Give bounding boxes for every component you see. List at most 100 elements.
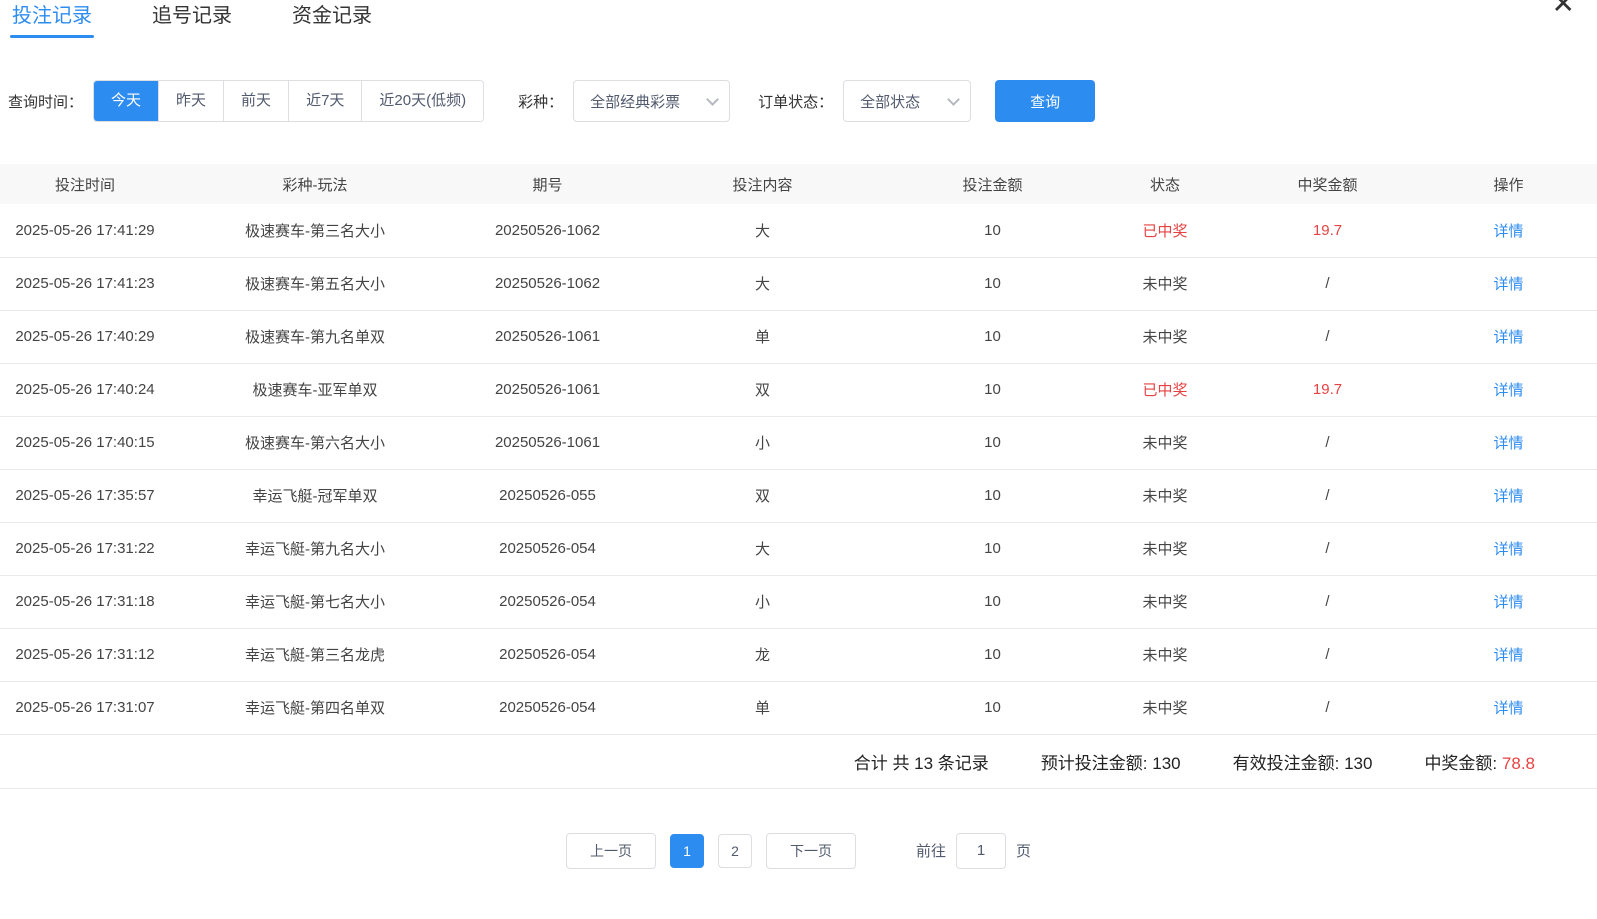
detail-link[interactable]: 详情 — [1493, 647, 1523, 664]
order-status-label: 订单状态： — [758, 91, 833, 112]
time-option-today[interactable]: 今天 — [94, 81, 158, 121]
table-row: 2025-05-26 17:40:15极速赛车-第六名大小20250526-10… — [0, 416, 1597, 469]
bet-content: 单 — [635, 310, 890, 363]
chevron-down-icon — [947, 93, 960, 106]
column-header-bet-amount: 投注金额 — [890, 164, 1095, 204]
prize-amount: / — [1235, 416, 1420, 469]
bet-content: 大 — [635, 522, 890, 575]
prize-total: 中奖金额: 78.8 — [1424, 749, 1535, 774]
column-header-bet-time: 投注时间 — [0, 164, 170, 204]
issue-number: 20250526-1061 — [460, 310, 635, 363]
action-cell: 详情 — [1420, 628, 1597, 681]
bet-content: 双 — [635, 363, 890, 416]
issue-number: 20250526-1061 — [460, 416, 635, 469]
time-filter-group: 今天 昨天 前天 近7天 近20天(低频) — [93, 80, 484, 122]
prize-amount: / — [1235, 469, 1420, 522]
game-play: 幸运飞艇-第三名龙虎 — [170, 628, 460, 681]
table-row: 2025-05-26 17:31:12幸运飞艇-第三名龙虎20250526-05… — [0, 628, 1597, 681]
bet-time: 2025-05-26 17:31:18 — [0, 575, 170, 628]
bet-time: 2025-05-26 17:35:57 — [0, 469, 170, 522]
detail-link[interactable]: 详情 — [1493, 594, 1523, 611]
prize-amount: 19.7 — [1235, 204, 1420, 257]
bet-time: 2025-05-26 17:40:24 — [0, 363, 170, 416]
detail-link[interactable]: 详情 — [1493, 382, 1523, 399]
table-row: 2025-05-26 17:31:22幸运飞艇-第九名大小20250526-05… — [0, 522, 1597, 575]
issue-number: 20250526-054 — [460, 681, 635, 734]
detail-link[interactable]: 详情 — [1493, 488, 1523, 505]
column-header-bet-content: 投注内容 — [635, 164, 890, 204]
bet-amount: 10 — [890, 628, 1095, 681]
close-icon[interactable]: ✕ — [1552, 0, 1575, 18]
time-option-day-before[interactable]: 前天 — [223, 81, 288, 121]
bet-content: 大 — [635, 204, 890, 257]
bet-time: 2025-05-26 17:41:23 — [0, 257, 170, 310]
action-cell: 详情 — [1420, 522, 1597, 575]
detail-link[interactable]: 详情 — [1493, 541, 1523, 558]
filter-bar: 查询时间： 今天 昨天 前天 近7天 近20天(低频) 彩种： 全部经典彩票 订… — [8, 80, 1597, 122]
column-header-prize-amount: 中奖金额 — [1235, 164, 1420, 204]
time-option-20days[interactable]: 近20天(低频) — [361, 81, 483, 121]
bet-status: 已中奖 — [1095, 363, 1235, 416]
bet-time: 2025-05-26 17:40:29 — [0, 310, 170, 363]
bet-status: 未中奖 — [1095, 310, 1235, 363]
issue-number: 20250526-054 — [460, 522, 635, 575]
issue-number: 20250526-1062 — [460, 204, 635, 257]
bet-content: 龙 — [635, 628, 890, 681]
time-option-7days[interactable]: 近7天 — [288, 81, 361, 121]
bet-status: 未中奖 — [1095, 522, 1235, 575]
lottery-type-label: 彩种： — [518, 91, 563, 112]
goto-page-input[interactable] — [956, 833, 1006, 869]
issue-number: 20250526-1062 — [460, 257, 635, 310]
bet-time: 2025-05-26 17:31:12 — [0, 628, 170, 681]
bet-content: 单 — [635, 681, 890, 734]
tab-fund-records[interactable]: 资金记录 — [290, 0, 374, 40]
goto-suffix: 页 — [1016, 840, 1031, 861]
table-row: 2025-05-26 17:40:24极速赛车-亚军单双20250526-106… — [0, 363, 1597, 416]
action-cell: 详情 — [1420, 363, 1597, 416]
detail-link[interactable]: 详情 — [1493, 329, 1523, 346]
bet-status: 未中奖 — [1095, 681, 1235, 734]
bet-content: 双 — [635, 469, 890, 522]
detail-link[interactable]: 详情 — [1493, 276, 1523, 293]
issue-number: 20250526-055 — [460, 469, 635, 522]
action-cell: 详情 — [1420, 310, 1597, 363]
prize-amount: / — [1235, 575, 1420, 628]
page-button-1[interactable]: 1 — [670, 834, 704, 868]
bet-status: 未中奖 — [1095, 575, 1235, 628]
bet-content: 小 — [635, 575, 890, 628]
bet-status: 未中奖 — [1095, 469, 1235, 522]
action-cell: 详情 — [1420, 416, 1597, 469]
bet-amount: 10 — [890, 310, 1095, 363]
issue-number: 20250526-054 — [460, 628, 635, 681]
bet-status: 未中奖 — [1095, 416, 1235, 469]
prize-total-label: 中奖金额: — [1424, 754, 1497, 773]
column-header-game-play: 彩种-玩法 — [170, 164, 460, 204]
detail-link[interactable]: 详情 — [1493, 223, 1523, 240]
bet-amount: 10 — [890, 363, 1095, 416]
tab-bar: 投注记录 追号记录 资金记录 ✕ — [0, 0, 1597, 40]
bet-amount: 10 — [890, 204, 1095, 257]
game-play: 幸运飞艇-冠军单双 — [170, 469, 460, 522]
table-row: 2025-05-26 17:41:23极速赛车-第五名大小20250526-10… — [0, 257, 1597, 310]
tab-betting-records[interactable]: 投注记录 — [10, 0, 94, 40]
column-header-issue-number: 期号 — [460, 164, 635, 204]
query-button[interactable]: 查询 — [995, 80, 1095, 122]
bet-time: 2025-05-26 17:31:22 — [0, 522, 170, 575]
bet-amount: 10 — [890, 257, 1095, 310]
game-play: 幸运飞艇-第九名大小 — [170, 522, 460, 575]
bet-amount: 10 — [890, 469, 1095, 522]
chevron-down-icon — [706, 93, 719, 106]
tab-chase-records[interactable]: 追号记录 — [150, 0, 234, 40]
order-status-select[interactable]: 全部状态 — [843, 80, 971, 122]
bet-content: 小 — [635, 416, 890, 469]
table-header-row: 投注时间彩种-玩法期号投注内容投注金额状态中奖金额操作 — [0, 164, 1597, 204]
lottery-type-select[interactable]: 全部经典彩票 — [573, 80, 730, 122]
time-option-yesterday[interactable]: 昨天 — [158, 81, 223, 121]
detail-link[interactable]: 详情 — [1493, 435, 1523, 452]
expected-bet-amount: 预计投注金额: 130 — [1041, 749, 1181, 774]
detail-link[interactable]: 详情 — [1493, 700, 1523, 717]
prev-page-button[interactable]: 上一页 — [566, 833, 656, 869]
total-records: 合计 共 13 条记录 — [854, 749, 989, 774]
next-page-button[interactable]: 下一页 — [766, 833, 856, 869]
page-button-2[interactable]: 2 — [718, 834, 752, 868]
